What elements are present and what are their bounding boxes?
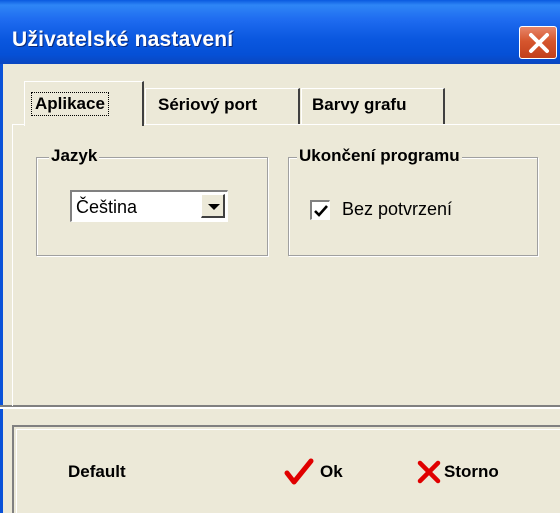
default-button-label: Default <box>68 462 126 481</box>
exit-group-title: Ukončení programu <box>297 146 462 166</box>
separator <box>0 407 560 409</box>
tab-label: Aplikace <box>31 92 109 116</box>
window-frame <box>0 64 3 513</box>
close-button[interactable] <box>519 26 557 59</box>
confirm-exit-label: Bez potvrzení <box>342 199 453 219</box>
checkmark-icon <box>284 458 314 485</box>
chevron-down-icon <box>208 204 220 210</box>
checkmark-icon <box>314 205 328 217</box>
x-icon <box>417 460 441 484</box>
cancel-button-label: Storno <box>444 462 499 481</box>
settings-dialog: Uživatelské nastavení Aplikace Sériový p… <box>0 0 560 513</box>
confirm-exit-checkbox[interactable] <box>310 200 330 220</box>
tab-label: Sériový port <box>158 95 258 114</box>
tab-seriovy-port[interactable]: Sériový port <box>145 88 300 124</box>
close-icon <box>529 33 549 53</box>
default-button[interactable]: Default <box>60 454 160 488</box>
language-group-title: Jazyk <box>49 146 100 166</box>
ok-button[interactable]: Ok <box>284 454 364 488</box>
language-select-value: Čeština <box>76 197 138 217</box>
tab-barvy-grafu[interactable]: Barvy grafu <box>301 88 445 124</box>
cancel-button[interactable]: Storno <box>414 454 534 488</box>
tab-aplikace[interactable]: Aplikace <box>24 81 144 126</box>
language-select[interactable]: Čeština <box>70 190 228 222</box>
title-bar[interactable]: Uživatelské nastavení <box>0 0 560 64</box>
tab-label: Barvy grafu <box>312 95 407 114</box>
language-dropdown-button[interactable] <box>201 194 225 218</box>
ok-button-label: Ok <box>320 462 343 481</box>
window-title: Uživatelské nastavení <box>12 28 234 51</box>
